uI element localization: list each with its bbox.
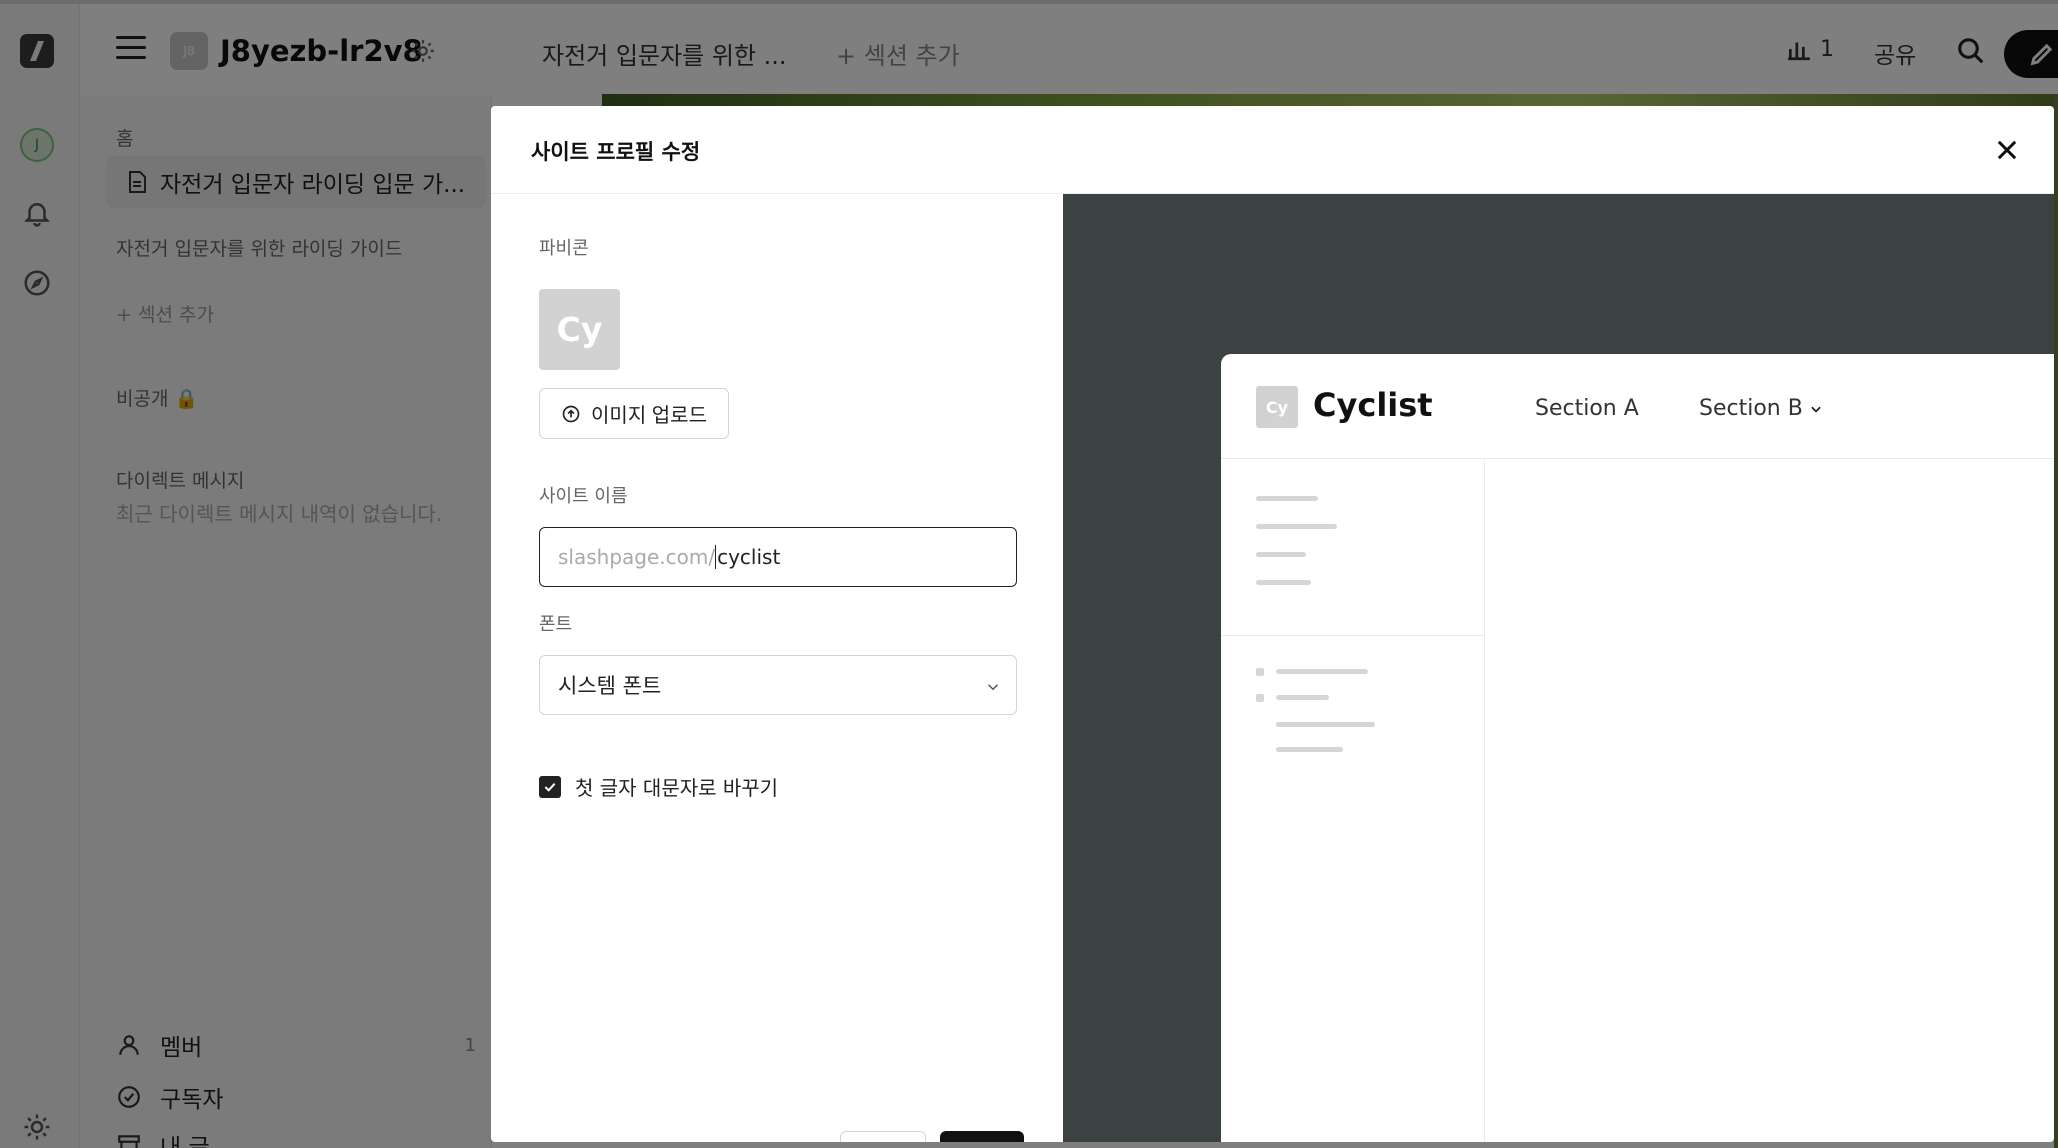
site-name-label: 사이트 이름: [539, 486, 628, 507]
capitalize-checkbox[interactable]: [539, 775, 561, 798]
preview-placeholder-line: [1276, 722, 1375, 727]
modal-header: 사이트 프로필 수정: [491, 106, 2054, 194]
modal-title: 사이트 프로필 수정: [531, 140, 701, 164]
preview-nav-section-b: Section B: [1699, 396, 1823, 421]
upload-label: 이미지 업로드: [591, 405, 707, 427]
close-icon[interactable]: [1993, 136, 2021, 164]
site-profile-modal: 사이트 프로필 수정 파비콘 Cy 이미지 업로드 사이트 이름 slashpa…: [491, 106, 2054, 1142]
preview-placeholder-line: [1276, 747, 1343, 752]
favicon-label: 파비콘: [539, 238, 589, 259]
profile-form: 파비콘 Cy 이미지 업로드 사이트 이름 slashpage.com/ cyc…: [491, 194, 1063, 1142]
font-value: 시스템 폰트: [558, 674, 662, 698]
cancel-button[interactable]: 취소: [840, 1131, 926, 1142]
preview-site-name: Cyclist: [1313, 386, 1433, 424]
preview-nav-section-a: Section A: [1535, 396, 1639, 421]
preview-nav-b-label: Section B: [1699, 396, 1803, 421]
preview-placeholder-dot: [1256, 668, 1264, 676]
check-icon: [544, 782, 556, 792]
site-url-prefix: slashpage.com/: [558, 545, 716, 569]
upload-image-button[interactable]: 이미지 업로드: [539, 388, 729, 439]
chevron-down-icon: [987, 684, 999, 691]
preview-divider: [1221, 635, 1485, 636]
font-select[interactable]: 시스템 폰트: [539, 655, 1017, 715]
chevron-down-icon: [1811, 406, 1821, 413]
preview-placeholder-dot: [1256, 694, 1264, 702]
site-preview-panel: Cy Cyclist Section A Section B: [1063, 194, 2054, 1142]
preview-placeholder-line: [1276, 669, 1368, 674]
capitalize-label: 첫 글자 대문자로 바꾸기: [575, 776, 779, 800]
favicon-preview: Cy: [539, 289, 620, 370]
preview-card: Cy Cyclist Section A Section B: [1221, 354, 2054, 1142]
site-name-value: cyclist: [715, 545, 781, 569]
preview-placeholder-line: [1256, 496, 1318, 501]
capitalize-option[interactable]: 첫 글자 대문자로 바꾸기: [539, 772, 778, 801]
preview-sidebar: [1221, 459, 1485, 1142]
preview-placeholder-line: [1256, 552, 1306, 557]
preview-placeholder-line: [1256, 580, 1311, 585]
save-button[interactable]: 저장: [940, 1131, 1024, 1142]
preview-logo: Cy: [1256, 386, 1298, 428]
upload-icon: [562, 405, 580, 422]
preview-placeholder-line: [1256, 524, 1337, 529]
preview-header: Cy Cyclist Section A Section B: [1221, 354, 2054, 459]
site-name-input[interactable]: slashpage.com/ cyclist: [539, 527, 1017, 587]
font-label: 폰트: [539, 614, 573, 635]
preview-placeholder-line: [1276, 695, 1329, 700]
